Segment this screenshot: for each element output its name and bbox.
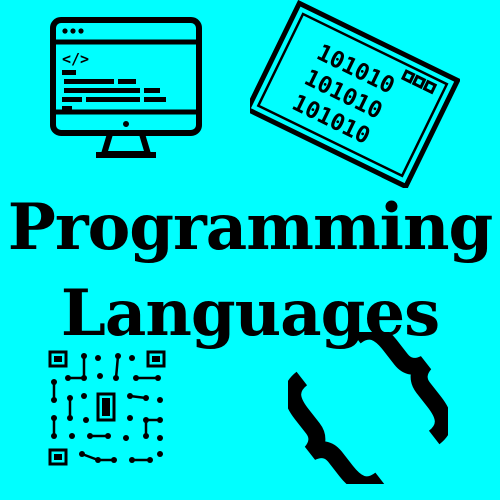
code-monitor-icon: </> [50,17,202,158]
qr-code-icon [48,350,166,466]
curly-brace-icon [288,332,448,484]
code-tag-text: </> [62,50,89,68]
binary-window-icon: 101010 101010 101010 [250,0,460,188]
title-line-1: Programming [7,190,494,265]
